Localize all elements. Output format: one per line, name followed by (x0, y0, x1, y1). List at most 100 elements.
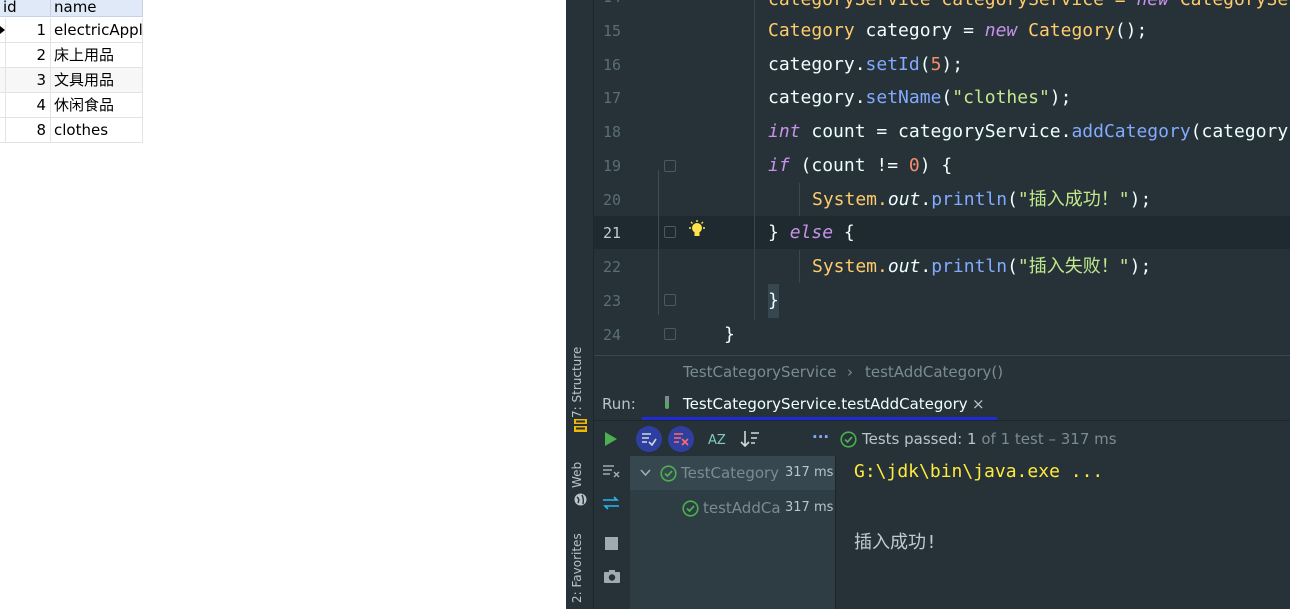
code-token: } (768, 222, 790, 243)
db-cell-name[interactable]: electricAppl (51, 18, 143, 42)
code-token: ( (941, 87, 953, 108)
code-token: int (768, 121, 801, 142)
test-tree-row-method[interactable]: testAddCa 317 ms (630, 491, 835, 525)
code-token: ); (1129, 256, 1152, 277)
code-token: (); (1114, 20, 1148, 41)
indent-guide (799, 250, 800, 283)
structure-tab[interactable]: 7: Structure (570, 347, 584, 418)
code-token: out (887, 189, 921, 210)
more-options-icon[interactable]: ··· (812, 428, 829, 446)
code-line-24[interactable]: } (724, 318, 735, 352)
code-line-15[interactable]: Category category = new Category(); (768, 14, 1147, 48)
db-row[interactable]: 2 床上用品 (0, 43, 143, 68)
breadcrumb-separator-icon: › (847, 363, 853, 381)
line-number: 18 (602, 123, 621, 141)
ide-window: 7: Structure Web 2: Favorites 14 15 16 1… (566, 0, 1290, 609)
editor-breadcrumb: TestCategoryService › testAddCategory() (594, 355, 1290, 387)
line-number: 19 (602, 157, 621, 175)
current-row-arrow-icon (0, 26, 5, 34)
fold-marker-icon[interactable] (664, 226, 676, 238)
code-token: System. (812, 189, 888, 210)
code-line-17[interactable]: category.setName("clothes"); (768, 81, 1071, 115)
breadcrumb-class[interactable]: TestCategoryService (683, 363, 837, 381)
code-token: else (789, 222, 834, 243)
code-token: ); (1129, 189, 1152, 210)
screenshot-camera-icon[interactable] (603, 569, 621, 584)
db-cell-id[interactable]: 4 (6, 93, 51, 117)
sort-alphabetically-icon[interactable]: AZ (708, 430, 728, 448)
chevron-down-icon[interactable] (640, 469, 651, 477)
code-line-23[interactable]: } (768, 284, 779, 318)
db-cell-id[interactable]: 3 (6, 68, 51, 92)
fold-marker-icon[interactable] (664, 294, 676, 306)
code-token: ( (1007, 256, 1018, 277)
soft-wrap-icon[interactable] (602, 464, 620, 478)
code-token: setName (865, 87, 942, 108)
run-tab-title: TestCategoryService.testAddCategory (683, 395, 968, 413)
code-token: new (984, 20, 1018, 41)
stop-icon[interactable] (605, 537, 618, 550)
structure-icon[interactable] (574, 419, 587, 432)
breadcrumb-method[interactable]: testAddCategory() (865, 363, 1003, 381)
db-cell-name[interactable]: 文具用品 (51, 68, 143, 92)
code-token: { (833, 222, 855, 243)
indent-guide (799, 183, 800, 216)
code-token: Category (1017, 20, 1115, 41)
code-token: out (887, 256, 921, 277)
tests-passed-check-icon (840, 431, 857, 448)
code-line-19[interactable]: if (count != 0) { (768, 149, 952, 183)
code-token: 5 (930, 54, 942, 75)
line-number: 14 (594, 0, 621, 6)
code-line-16[interactable]: category.setId(5); (768, 48, 963, 82)
favorites-tab[interactable]: 2: Favorites (570, 533, 584, 603)
db-cell-name[interactable]: 床上用品 (51, 43, 143, 67)
code-token: (category (1190, 121, 1289, 142)
db-row[interactable]: 1 electricAppl (0, 18, 143, 43)
code-token: category. (768, 87, 866, 108)
db-row[interactable]: 3 文具用品 (0, 68, 143, 93)
code-token: category = (854, 20, 985, 41)
code-token: ); (1049, 87, 1072, 108)
code-token: ); (941, 54, 964, 75)
db-row[interactable]: 8 clothes (0, 118, 143, 143)
db-cell-id[interactable]: 1 (6, 18, 51, 42)
run-console[interactable]: G:\jdk\bin\java.exe ... 插入成功! (835, 456, 1290, 609)
db-column-header-id[interactable]: id (0, 0, 51, 17)
show-passed-button[interactable] (636, 426, 662, 452)
toggle-auto-test-icon[interactable] (602, 496, 620, 510)
db-column-header-name[interactable]: name (51, 0, 143, 17)
show-ignored-button[interactable] (668, 426, 694, 452)
run-config-tab[interactable]: TestCategoryService.testAddCategory × (642, 387, 997, 420)
code-token: addCategory (1071, 121, 1191, 142)
code-token: 0 (908, 155, 920, 176)
code-line-18[interactable]: int count = categoryService.addCategory(… (768, 115, 1288, 149)
console-command-line: G:\jdk\bin\java.exe ... (854, 461, 1104, 482)
test-status-text: Tests passed: 1 of 1 test – 317 ms (862, 430, 1117, 448)
sort-by-duration-icon[interactable] (740, 430, 760, 448)
db-cell-id[interactable]: 8 (6, 118, 51, 142)
db-row[interactable]: 4 休闲食品 (0, 93, 143, 118)
passed-check-icon (660, 465, 677, 482)
passed-count: 1 (967, 430, 977, 448)
code-line-21[interactable]: } else { (768, 216, 855, 250)
web-tab[interactable]: Web (570, 462, 584, 488)
db-cell-id[interactable]: 2 (6, 43, 51, 67)
db-cell-name[interactable]: 休闲食品 (51, 93, 143, 117)
code-editor[interactable]: 14 15 16 17 18 19 20 21 22 23 24 cat (594, 0, 1290, 355)
show-ignored-icon (674, 433, 689, 446)
test-tree-row-class[interactable]: TestCategory 317 ms (630, 456, 835, 490)
fold-marker-icon[interactable] (664, 160, 676, 172)
web-globe-icon[interactable] (574, 493, 587, 506)
close-tab-icon[interactable]: × (972, 395, 985, 413)
passed-check-icon (682, 500, 699, 517)
line-number-current: 21 (602, 224, 621, 242)
fold-marker-icon[interactable] (664, 328, 676, 340)
db-header-row: id name (0, 0, 143, 17)
code-line-20[interactable]: System.out.println("插入成功！"); (812, 183, 1151, 217)
rerun-play-icon[interactable] (604, 431, 618, 447)
code-token: "插入失败！" (1017, 256, 1130, 277)
lightbulb-intention-icon[interactable] (688, 220, 706, 240)
db-cell-name[interactable]: clothes (51, 118, 143, 142)
editor-gutter[interactable]: 14 15 16 17 18 19 20 21 22 23 24 (594, 0, 706, 355)
code-line-22[interactable]: System.out.println("插入失败！"); (812, 250, 1151, 284)
